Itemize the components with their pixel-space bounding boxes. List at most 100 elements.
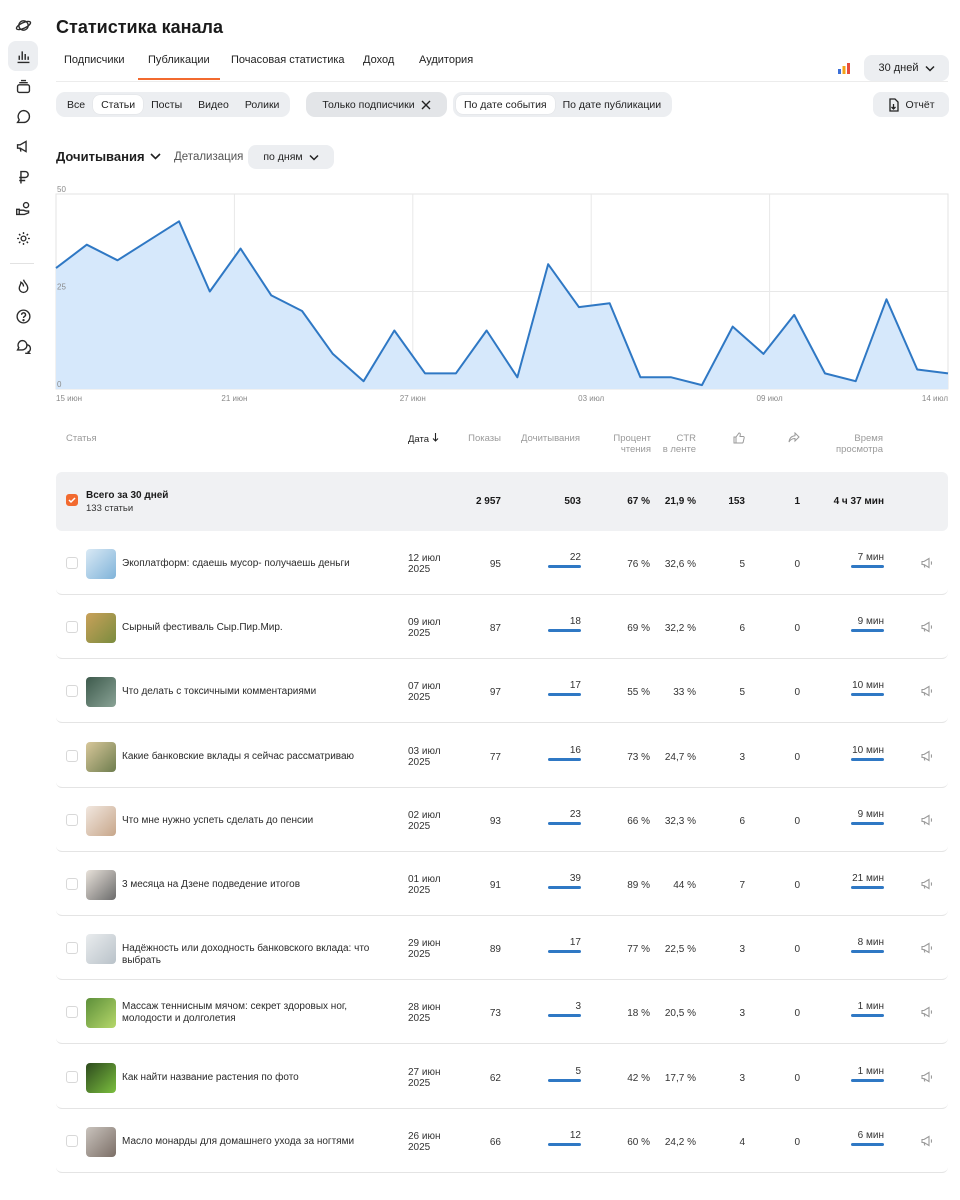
article-time[interactable]: 1 мин bbox=[858, 1001, 884, 1012]
period-dropdown[interactable]: 30 дней bbox=[864, 55, 949, 81]
tab-publications[interactable]: Публикации bbox=[138, 54, 220, 80]
th-ctr[interactable]: CTR в ленте bbox=[663, 433, 696, 455]
row-checkbox[interactable] bbox=[66, 878, 78, 890]
filter-posts[interactable]: Посты bbox=[143, 95, 190, 114]
tab-audience[interactable]: Аудитория bbox=[419, 54, 473, 66]
article-time[interactable]: 7 мин bbox=[858, 552, 884, 563]
planet-icon[interactable] bbox=[8, 10, 38, 40]
article-thumbnail[interactable] bbox=[86, 934, 116, 965]
table-row[interactable]: Что делать с токсичными комментариями 07 … bbox=[56, 659, 948, 724]
megaphone-icon[interactable] bbox=[920, 941, 934, 955]
th-article[interactable]: Статья bbox=[66, 433, 97, 444]
row-checkbox[interactable] bbox=[66, 942, 78, 955]
article-thumbnail[interactable] bbox=[86, 1062, 116, 1093]
megaphone-icon[interactable] bbox=[920, 620, 934, 634]
close-icon[interactable] bbox=[421, 100, 431, 110]
table-row[interactable]: Какие банковские вклады я сейчас рассмат… bbox=[56, 724, 948, 788]
row-checkbox[interactable] bbox=[66, 685, 78, 698]
megaphone-icon[interactable] bbox=[920, 813, 934, 827]
article-reads[interactable]: 22 bbox=[570, 552, 581, 563]
article-reads[interactable]: 18 bbox=[570, 616, 581, 627]
tab-subscribers[interactable]: Подписчики bbox=[64, 54, 125, 66]
table-row[interactable]: Экоплатформ: сдаешь мусор- получаешь ден… bbox=[56, 531, 948, 595]
row-checkbox[interactable] bbox=[66, 749, 78, 762]
detail-dropdown[interactable]: по дням bbox=[248, 145, 334, 169]
tab-hourly[interactable]: Почасовая статистика bbox=[231, 54, 345, 66]
megaphone-icon[interactable] bbox=[8, 131, 38, 161]
th-date[interactable]: Дата bbox=[408, 433, 439, 445]
article-title[interactable]: Что делать с токсичными комментариями bbox=[122, 686, 398, 698]
article-time[interactable]: 9 мин bbox=[858, 616, 884, 627]
comment-icon[interactable] bbox=[8, 101, 38, 131]
megaphone-icon[interactable] bbox=[920, 556, 934, 570]
article-title[interactable]: Надёжность или доходность банковского вк… bbox=[122, 943, 398, 967]
filter-articles[interactable]: Статьи bbox=[93, 95, 144, 114]
article-title[interactable]: Что мне нужно успеть сделать до пенсии bbox=[122, 815, 398, 827]
row-checkbox[interactable] bbox=[66, 621, 78, 634]
filter-shorts[interactable]: Ролики bbox=[237, 95, 288, 114]
article-thumbnail[interactable] bbox=[86, 741, 116, 772]
table-row[interactable]: Масло монарды для домашнего ухода за ног… bbox=[56, 1109, 948, 1173]
article-time[interactable]: 10 мин bbox=[852, 680, 884, 691]
megaphone-icon[interactable] bbox=[920, 1070, 934, 1084]
megaphone-icon[interactable] bbox=[920, 1005, 934, 1019]
article-reads[interactable]: 5 bbox=[575, 1066, 581, 1077]
megaphone-icon[interactable] bbox=[920, 749, 934, 763]
report-button[interactable]: Отчёт bbox=[873, 92, 949, 117]
article-thumbnail[interactable] bbox=[86, 549, 116, 579]
filter-video[interactable]: Видео bbox=[190, 95, 237, 114]
row-checkbox[interactable] bbox=[66, 1070, 78, 1083]
article-reads[interactable]: 3 bbox=[575, 1001, 581, 1012]
by-event-date[interactable]: По дате события bbox=[456, 95, 555, 114]
table-row[interactable]: Как найти название растения по фото 27 ию… bbox=[56, 1045, 948, 1109]
article-thumbnail[interactable] bbox=[86, 677, 116, 708]
table-row[interactable]: Что мне нужно успеть сделать до пенсии 02… bbox=[56, 788, 948, 852]
article-thumbnail[interactable] bbox=[86, 870, 116, 900]
select-all-checkbox[interactable] bbox=[66, 494, 78, 506]
table-row[interactable]: Надёжность или доходность банковского вк… bbox=[56, 916, 948, 981]
article-time[interactable]: 10 мин bbox=[852, 745, 884, 756]
table-row[interactable]: Массаж теннисным мячом: секрет здоровых … bbox=[56, 980, 948, 1045]
article-reads[interactable]: 39 bbox=[570, 873, 581, 884]
article-title[interactable]: Сырный фестиваль Сыр.Пир.Мир. bbox=[122, 622, 398, 634]
article-reads[interactable]: 12 bbox=[570, 1130, 581, 1141]
stats-icon[interactable] bbox=[8, 41, 38, 71]
article-title[interactable]: Экоплатформ: сдаешь мусор- получаешь ден… bbox=[122, 558, 398, 570]
th-read-pct[interactable]: Процент чтения bbox=[613, 433, 651, 455]
megaphone-icon[interactable] bbox=[920, 684, 934, 698]
article-thumbnail[interactable] bbox=[86, 1126, 116, 1157]
table-row[interactable]: 3 месяца на Дзене подведение итогов 01 ию… bbox=[56, 852, 948, 916]
article-reads[interactable]: 16 bbox=[570, 745, 581, 756]
article-time[interactable]: 6 мин bbox=[858, 1130, 884, 1141]
article-title[interactable]: Массаж теннисным мячом: секрет здоровых … bbox=[122, 1001, 398, 1025]
article-title[interactable]: Как найти название растения по фото bbox=[122, 1072, 398, 1084]
th-reads[interactable]: Дочитывания bbox=[521, 433, 580, 444]
article-reads[interactable]: 23 bbox=[570, 809, 581, 820]
filter-all[interactable]: Все bbox=[59, 95, 93, 114]
article-title[interactable]: 3 месяца на Дзене подведение итогов bbox=[122, 879, 398, 891]
tab-income[interactable]: Доход bbox=[363, 54, 394, 66]
article-time[interactable]: 9 мин bbox=[858, 809, 884, 820]
th-views[interactable]: Показы bbox=[468, 433, 501, 444]
color-bars-icon[interactable] bbox=[837, 62, 851, 74]
layers-icon[interactable] bbox=[8, 71, 38, 101]
article-thumbnail[interactable] bbox=[86, 805, 116, 836]
metric-dropdown[interactable]: Дочитывания bbox=[56, 149, 161, 164]
article-reads[interactable]: 17 bbox=[570, 937, 581, 948]
row-checkbox[interactable] bbox=[66, 557, 78, 569]
article-time[interactable]: 1 мин bbox=[858, 1066, 884, 1077]
article-thumbnail[interactable] bbox=[86, 998, 116, 1029]
article-time[interactable]: 21 мин bbox=[852, 873, 884, 884]
article-reads[interactable]: 17 bbox=[570, 680, 581, 691]
megaphone-icon[interactable] bbox=[920, 1134, 934, 1148]
article-time[interactable]: 8 мин bbox=[858, 937, 884, 948]
row-checkbox[interactable] bbox=[66, 813, 78, 826]
megaphone-icon[interactable] bbox=[920, 877, 934, 891]
by-publish-date[interactable]: По дате публикации bbox=[555, 95, 669, 114]
share-icon[interactable] bbox=[788, 432, 800, 444]
thumbs-up-icon[interactable] bbox=[733, 432, 745, 444]
article-thumbnail[interactable] bbox=[86, 613, 116, 644]
table-row[interactable]: Сырный фестиваль Сыр.Пир.Мир. 09 июл 2025 8… bbox=[56, 595, 948, 660]
subscribers-only-chip[interactable]: Только подписчики bbox=[306, 92, 447, 117]
th-time[interactable]: Время просмотра bbox=[836, 433, 883, 455]
